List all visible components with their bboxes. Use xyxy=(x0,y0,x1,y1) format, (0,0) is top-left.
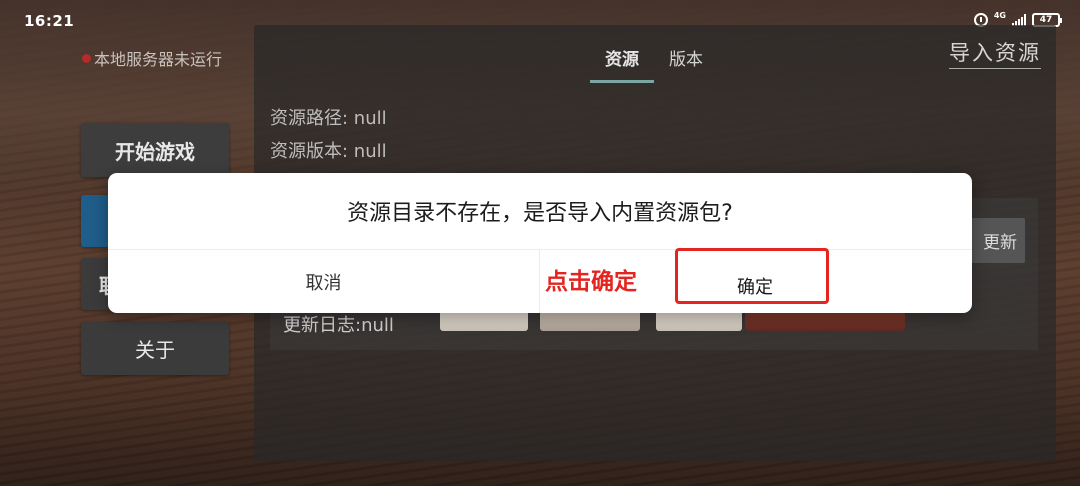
server-status: 本地服务器未运行 xyxy=(82,46,222,70)
confirm-highlight-box xyxy=(675,248,829,304)
resource-path: 资源路径: null xyxy=(270,108,387,129)
resource-version: 资源版本: null xyxy=(270,141,387,162)
annotation-text: 点击确定 xyxy=(545,269,637,295)
app-screen: 16:21 4G 47 本地服务器未运行 开始游戏 联 关于 资源 版本 导入资… xyxy=(0,0,1080,486)
tab-resources[interactable]: 资源 xyxy=(605,45,639,70)
import-dialog: 资源目录不存在，是否导入内置资源包? 取消 确定 xyxy=(108,173,972,313)
status-dot-icon xyxy=(82,53,91,63)
about-button[interactable]: 关于 xyxy=(81,322,229,375)
import-resources-link[interactable]: 导入资源 xyxy=(949,37,1041,69)
battery-level: 47 xyxy=(1039,15,1053,25)
network-type: 4G xyxy=(993,10,1006,20)
start-game-button[interactable]: 开始游戏 xyxy=(81,123,229,177)
tab-version[interactable]: 版本 xyxy=(669,45,703,70)
dialog-message: 资源目录不存在，是否导入内置资源包? xyxy=(347,201,733,226)
changelog-text: 更新日志:null xyxy=(283,315,394,336)
active-tab-indicator xyxy=(590,80,654,83)
cancel-button[interactable]: 取消 xyxy=(108,250,539,313)
status-time: 16:21 xyxy=(24,12,75,30)
server-status-text: 本地服务器未运行 xyxy=(94,50,223,69)
tab-bar: 资源 版本 导入资源 xyxy=(254,25,1056,85)
